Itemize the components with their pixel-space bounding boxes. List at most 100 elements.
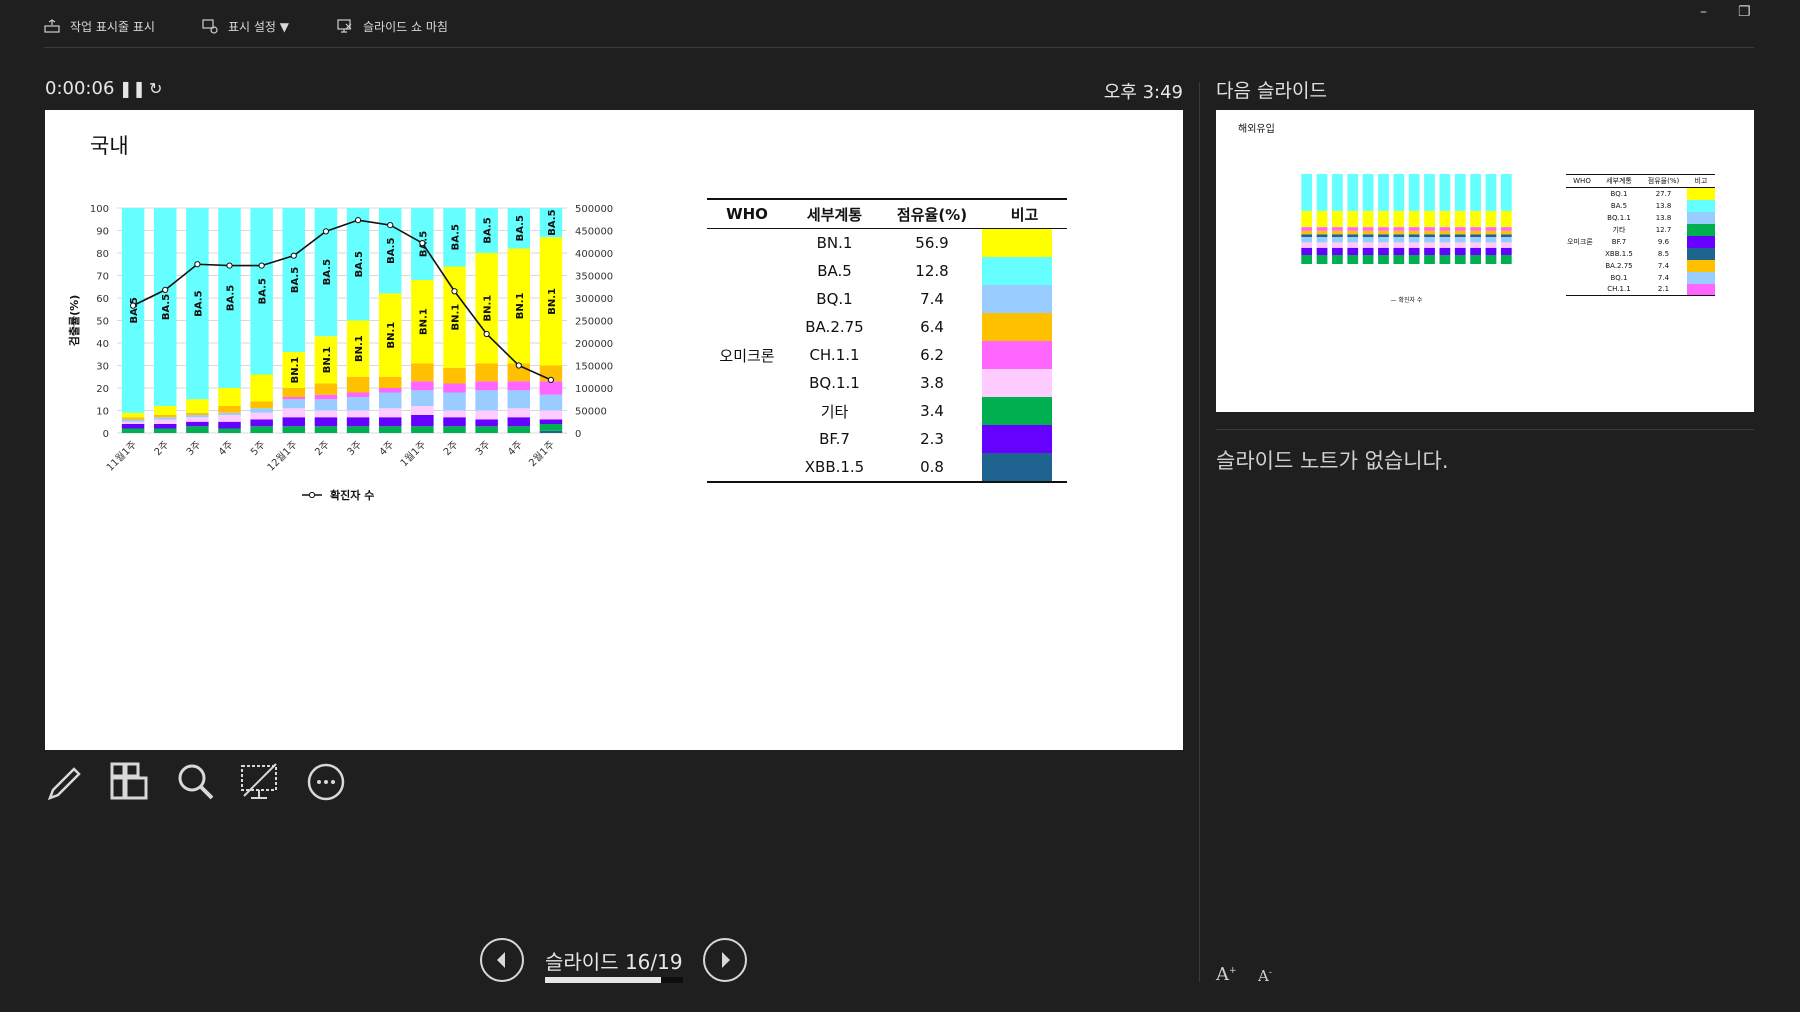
restore-icon[interactable]: ❐ <box>1738 4 1751 20</box>
thumb-bar-segment <box>1470 255 1481 264</box>
thumb-bar-segment <box>1408 234 1420 237</box>
slide-counter[interactable]: 슬라이드 16/19 <box>545 946 683 975</box>
color-swatch <box>982 453 1052 481</box>
thumb-bar-segment <box>1408 227 1420 231</box>
bar-label: BN.1 <box>386 322 397 349</box>
thumb-lineage-cell: BA.5 <box>1610 201 1628 210</box>
thumb-bar-segment <box>1424 242 1435 248</box>
color-swatch-cell <box>982 341 1067 369</box>
color-swatch <box>982 397 1052 425</box>
case-count-point <box>515 362 522 369</box>
increase-font-icon[interactable]: A+ <box>1216 964 1237 985</box>
case-count-point <box>162 286 169 294</box>
minimize-icon[interactable]: – <box>1700 4 1707 20</box>
color-swatch <box>982 425 1052 453</box>
thumb-bar-segment <box>1408 230 1420 235</box>
bar-segment <box>121 419 145 422</box>
case-count-point <box>322 228 330 235</box>
lineage-cell: CH.1.1 <box>809 346 860 364</box>
show-taskbar-button[interactable]: 작업 표시줄 표시 <box>44 14 155 38</box>
end-slideshow-button[interactable]: 슬라이드 쇼 마침 <box>337 14 448 38</box>
pause-timer-icon[interactable]: ❚❚ <box>119 79 146 98</box>
thumb-bar-segment <box>1393 242 1405 248</box>
bar-segment <box>539 430 563 433</box>
thumb-share-cell: 13.8 <box>1655 213 1672 222</box>
thumb-lineage-cell: BQ.1 <box>1610 189 1628 198</box>
bar-segment <box>378 426 402 433</box>
bar-label: BA.5 <box>129 297 140 323</box>
thumb-bar-segment <box>1347 210 1359 228</box>
thumb-bar-segment <box>1378 255 1389 264</box>
bar-label: BA.5 <box>354 251 365 277</box>
thumb-header: 세부계통 <box>1598 174 1640 188</box>
y-tick-label: 80 <box>96 249 109 260</box>
bar-label: BA.5 <box>290 267 301 293</box>
thumb-bar-segment <box>1332 210 1343 228</box>
thumb-bar-segment <box>1362 230 1374 235</box>
thumb-bar-segment <box>1378 237 1389 243</box>
share-cell: 6.4 <box>920 318 944 336</box>
thumb-bar-segment <box>1316 174 1328 211</box>
bar-segment <box>507 417 531 427</box>
bar-segment <box>282 408 306 418</box>
thumb-bar-segment <box>1347 242 1359 248</box>
thumb-bar-segment <box>1408 210 1420 228</box>
clock: 오후 3:49 <box>1103 82 1183 103</box>
bar-segment <box>475 363 498 382</box>
slide-title: 국내 <box>90 134 129 158</box>
color-swatch-cell <box>982 425 1067 453</box>
pane-divider <box>1199 82 1200 982</box>
bar-segment <box>314 383 338 395</box>
slide-progress-fill <box>545 977 661 983</box>
bar-segment <box>443 392 466 411</box>
display-settings-button[interactable]: 표시 설정 ▼ <box>202 14 289 38</box>
previous-slide-button[interactable] <box>480 938 524 982</box>
more-options-icon[interactable] <box>304 760 348 804</box>
y2-tick-label: 100000 <box>575 384 613 395</box>
thumb-bar-segment <box>1454 234 1466 237</box>
bar-label: BA.5 <box>386 238 397 264</box>
thumb-bar-segment <box>1424 247 1435 255</box>
all-slides-icon[interactable] <box>108 760 152 804</box>
thumb-bar-segment <box>1500 227 1512 231</box>
x-tick-label: 1월1주 <box>398 439 428 469</box>
show-taskbar-label: 작업 표시줄 표시 <box>70 19 155 34</box>
restart-timer-icon[interactable]: ↻ <box>149 79 162 98</box>
black-screen-icon[interactable] <box>238 760 282 804</box>
bar-segment <box>507 390 531 409</box>
bar-segment <box>443 383 466 393</box>
y-tick-label: 0 <box>103 429 109 440</box>
thumb-bar-segment <box>1301 174 1313 211</box>
next-slide-button[interactable] <box>703 938 747 982</box>
share-cell: 2.3 <box>920 430 944 448</box>
thumb-color-swatch <box>1687 247 1715 260</box>
case-count-point <box>547 376 555 383</box>
thumb-bar-segment <box>1378 247 1389 255</box>
bar-label: BA.5 <box>451 224 462 250</box>
pen-tool-icon[interactable] <box>44 760 88 804</box>
bar-segment <box>475 426 498 433</box>
thumb-bar-segment <box>1316 230 1328 235</box>
bar-label: BA.5 <box>193 290 204 316</box>
thumb-color-swatch <box>1687 259 1715 272</box>
next-slide-preview[interactable]: 해외유입 — 확진자 수 WHO 세부계통 점유율(%) 비고 오미크론 BQ.1… <box>1216 110 1754 412</box>
group-cell: 오미크론 <box>707 228 787 483</box>
color-swatch-cell <box>982 257 1067 285</box>
thumb-bar-segment <box>1362 237 1374 243</box>
thumb-bar-segment <box>1301 255 1313 264</box>
thumb-bar-segment <box>1393 227 1405 231</box>
bar-segment <box>153 428 177 433</box>
color-swatch-cell <box>982 285 1067 313</box>
color-swatch <box>982 285 1052 313</box>
thumb-bar-segment <box>1454 247 1466 255</box>
y2-tick-label: 200000 <box>575 339 613 350</box>
decrease-font-icon[interactable]: A- <box>1258 967 1272 985</box>
legend-marker <box>308 491 316 499</box>
zoom-icon[interactable] <box>174 760 218 804</box>
thumb-bar-segment <box>1347 174 1359 211</box>
thumb-bar-segment <box>1332 230 1343 235</box>
thumb-bar-segment <box>1316 227 1328 231</box>
y2-tick-label: 400000 <box>575 249 613 260</box>
thumb-share-cell: 13.8 <box>1655 201 1672 210</box>
current-slide[interactable]: 국내 0 10 20 30 40 50 60 70 80 90 100 0 50000 100000 150… <box>45 110 1183 750</box>
